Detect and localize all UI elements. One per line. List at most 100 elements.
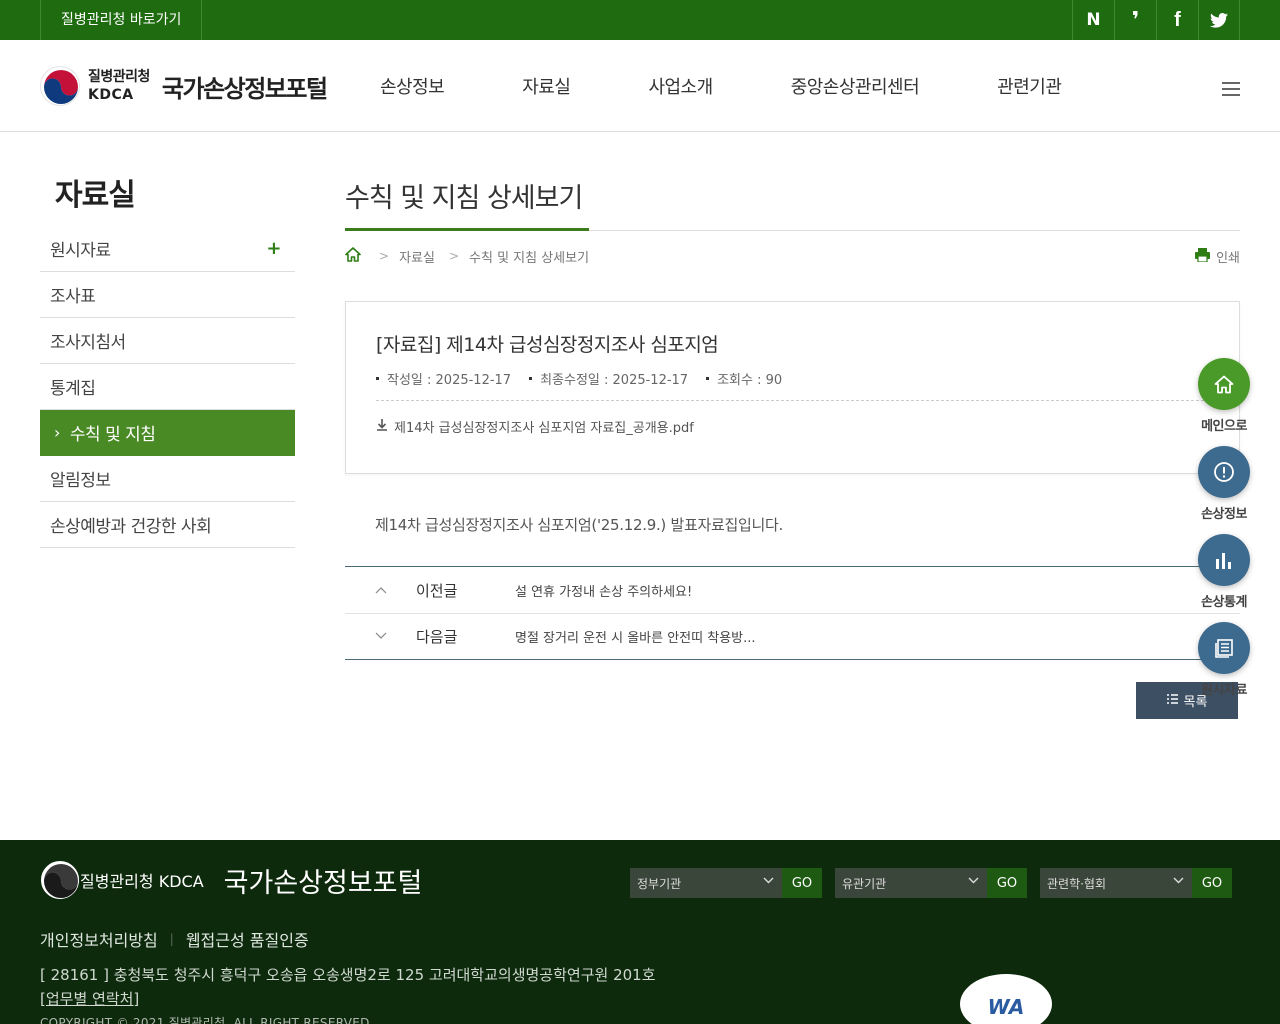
sidebar-item-notices[interactable]: 알림정보: [40, 456, 295, 502]
gov-agency-select[interactable]: 정부기관: [630, 868, 782, 898]
quick-raw-data[interactable]: 원시자료: [1196, 622, 1252, 710]
chevron-up-icon: [345, 583, 416, 598]
gov-agency-select-value: 정부기관: [637, 876, 682, 891]
contact-link[interactable]: [업무별 연락처]: [40, 988, 139, 1009]
sidebar-item-guidelines[interactable]: › 수칙 및 지침: [40, 410, 295, 456]
sidebar: 자료실 원시자료 + 조사표 조사지침서 통계집 › 수칙 및 지침 알림정보 …: [40, 170, 295, 548]
naver-post-icon[interactable]: ❜: [1114, 0, 1156, 40]
breadcrumb-separator-icon: >: [379, 249, 390, 263]
prev-post-row[interactable]: 이전글 설 연휴 가정내 손상 주의하세요!: [345, 567, 1240, 613]
prev-post-title[interactable]: 설 연휴 가정내 손상 주의하세요!: [515, 581, 692, 600]
footer-org-name: 질병관리청 KDCA: [80, 868, 204, 892]
quick-injury-stats[interactable]: 손상통계: [1196, 534, 1252, 622]
breadcrumb-current: 수칙 및 지침 상세보기: [469, 250, 590, 266]
twitter-icon[interactable]: [1198, 0, 1240, 40]
post-view-count: 조회수 : 90: [706, 369, 782, 388]
prev-next-nav: 이전글 설 연휴 가정내 손상 주의하세요! 다음글 명절 장거리 운전 시 올…: [345, 566, 1240, 660]
privacy-policy-link[interactable]: 개인정보처리방침: [40, 927, 158, 951]
chevron-down-icon: [1173, 876, 1184, 887]
footer-org-name-en: KDCA: [158, 872, 204, 891]
gov-agency-selector: 정부기관 GO: [630, 868, 822, 898]
portal-name: 국가손상정보포털: [161, 74, 328, 103]
quick-home-label: 메인으로: [1201, 419, 1247, 434]
post-title: [자료집] 제14차 급성심장정지조사 심포지엄: [376, 334, 719, 356]
sidebar-item-label: 조사표: [50, 287, 96, 307]
next-post-row[interactable]: 다음글 명절 장거리 운전 시 올바른 안전띠 착용방...: [345, 613, 1240, 659]
chevron-down-icon: [763, 876, 774, 887]
nav-injury-info[interactable]: 손상정보: [380, 73, 445, 99]
footer-links: 개인정보처리방침 | 웹접근성 품질인증: [40, 927, 309, 951]
association-go-button[interactable]: GO: [1192, 868, 1232, 898]
post-meta: 작성일 : 2025-12-17 최종수정일 : 2025-12-17 조회수 …: [376, 369, 1209, 401]
divider: |: [169, 932, 174, 946]
footer-address: [ 28161 ] 충청북도 청주시 흥덕구 오송읍 오송생명2로 125 고려…: [40, 966, 656, 984]
sidebar-item-raw-data[interactable]: 원시자료 +: [40, 226, 295, 272]
home-icon[interactable]: [1198, 358, 1250, 410]
association-select[interactable]: 관련학·협회: [1040, 868, 1192, 898]
hamburger-menu-icon[interactable]: [1222, 82, 1240, 96]
wa-mark-text: WA: [987, 995, 1025, 1019]
sidebar-item-survey[interactable]: 조사표: [40, 272, 295, 318]
main-content: 수칙 및 지침 상세보기 > 자료실 > 수칙 및 지침 상세보기 인쇄 [자료…: [345, 170, 1240, 719]
home-icon[interactable]: [345, 246, 361, 266]
prev-label: 이전글: [416, 581, 458, 600]
nav-business[interactable]: 사업소개: [648, 73, 713, 99]
site-header: 질병관리청 KDCA 국가손상정보포털 손상정보 자료실 사업소개 중앙손상관리…: [0, 40, 1280, 132]
post-body-text: 제14차 급성심장정지조사 심포지엄('25.12.9.) 발표자료집입니다.: [375, 516, 783, 534]
sidebar-item-label: 손상예방과 건강한 사회: [50, 517, 212, 537]
next-post-title[interactable]: 명절 장거리 운전 시 올바른 안전띠 착용방...: [515, 627, 756, 646]
post-modified-date: 최종수정일 : 2025-12-17: [529, 369, 688, 388]
document-icon[interactable]: [1198, 622, 1250, 674]
nav-central-center[interactable]: 중앙손상관리센터: [791, 73, 920, 99]
naver-blog-icon[interactable]: N: [1072, 0, 1114, 40]
nav-related-orgs[interactable]: 관련기관: [997, 73, 1062, 99]
top-bar: 질병관리청 바로가기 N ❜ f: [0, 0, 1280, 40]
chevron-down-icon: [968, 876, 979, 887]
quick-home[interactable]: 메인으로: [1196, 358, 1252, 446]
site-footer: 질병관리청 KDCA 국가손상정보포털 정부기관 GO 유관기관 GO 관련학·…: [0, 840, 1280, 1024]
breadcrumb: > 자료실 > 수칙 및 지침 상세보기 인쇄: [345, 231, 1240, 281]
breadcrumb-separator-icon: >: [448, 249, 460, 263]
quick-injury-info[interactable]: 손상정보: [1196, 446, 1252, 534]
related-agency-select[interactable]: 유관기관: [835, 868, 987, 898]
org-name-en: KDCA: [88, 86, 134, 103]
facebook-icon[interactable]: f: [1156, 0, 1198, 40]
printer-icon: [1195, 247, 1211, 266]
quick-menu: 메인으로 손상정보 손상통계 원시자료: [1196, 358, 1252, 710]
post-created-date: 작성일 : 2025-12-17: [376, 369, 511, 388]
sidebar-item-label: 원시자료: [50, 241, 111, 261]
alert-icon[interactable]: [1198, 446, 1250, 498]
page-title: 수칙 및 지침 상세보기: [345, 183, 583, 214]
kdca-shortcut-link[interactable]: 질병관리청 바로가기: [40, 0, 203, 40]
expand-plus-icon[interactable]: +: [266, 238, 281, 259]
web-accessibility-mark: WA: [960, 974, 1052, 1024]
nav-archive[interactable]: 자료실: [522, 73, 571, 99]
association-selector: 관련학·협회 GO: [1040, 868, 1232, 898]
sns-links: N ❜ f: [1072, 0, 1240, 40]
sidebar-item-label: 조사지침서: [50, 333, 126, 353]
sidebar-title: 자료실: [55, 178, 136, 213]
org-name: 질병관리청 KDCA: [88, 70, 150, 102]
sidebar-menu: 원시자료 + 조사표 조사지침서 통계집 › 수칙 및 지침 알림정보 손상예방…: [40, 226, 295, 548]
related-agency-go-button[interactable]: GO: [987, 868, 1027, 898]
site-logo[interactable]: 질병관리청 KDCA 국가손상정보포털: [40, 66, 328, 106]
next-label: 다음글: [416, 628, 458, 646]
page-title-area: 수칙 및 지침 상세보기: [345, 170, 1240, 231]
taegeuk-emblem-icon: [40, 66, 80, 106]
attachment-link[interactable]: 제14차 급성심장정지조사 심포지엄 자료집_공개용.pdf: [376, 417, 1209, 436]
related-agency-selector: 유관기관 GO: [835, 868, 1027, 898]
breadcrumb-archive[interactable]: 자료실: [399, 247, 435, 266]
sidebar-item-statistics[interactable]: 통계집: [40, 364, 295, 410]
sidebar-item-survey-guide[interactable]: 조사지침서: [40, 318, 295, 364]
accessibility-cert-link[interactable]: 웹접근성 품질인증: [186, 927, 309, 951]
bar-chart-icon[interactable]: [1198, 534, 1250, 586]
footer-logo: 질병관리청 KDCA 국가손상정보포털: [40, 860, 422, 900]
quick-injury-stats-label: 손상통계: [1201, 595, 1247, 610]
print-button[interactable]: 인쇄: [1195, 247, 1240, 266]
gov-agency-go-button[interactable]: GO: [782, 868, 822, 898]
chevron-down-icon: [345, 629, 416, 644]
related-agency-select-value: 유관기관: [842, 876, 887, 891]
sidebar-item-prevention[interactable]: 손상예방과 건강한 사회: [40, 502, 295, 548]
footer-portal-name: 국가손상정보포털: [223, 867, 423, 899]
post-header-box: [자료집] 제14차 급성심장정지조사 심포지엄 작성일 : 2025-12-1…: [345, 301, 1240, 474]
